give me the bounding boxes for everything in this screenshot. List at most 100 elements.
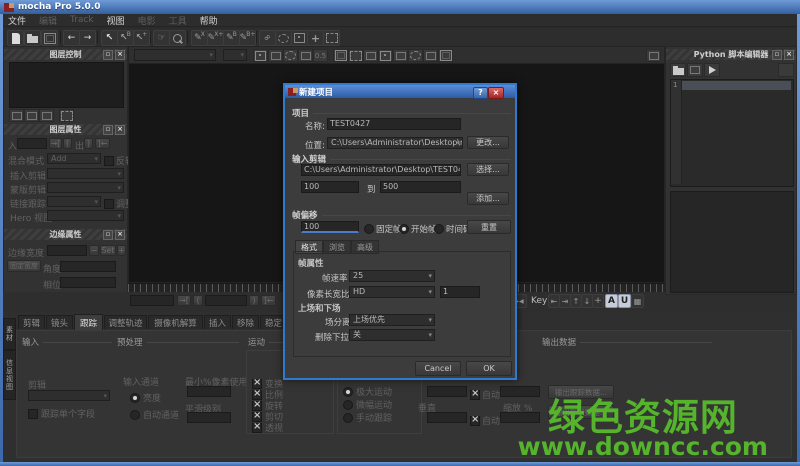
select-clip-button[interactable]: 选择... [467, 163, 509, 176]
new-layer-button[interactable] [9, 109, 24, 122]
large-motion-radio[interactable] [343, 387, 353, 397]
show-splines-button[interactable] [348, 49, 363, 62]
timeline-in-paren-button[interactable]: ( [193, 295, 203, 306]
edge-properties-header[interactable]: 边缘属性 ▫× [4, 229, 127, 240]
track-single-field-checkbox[interactable] [28, 409, 38, 419]
spline-b-tool-button[interactable]: B [223, 30, 240, 46]
min-pct-field[interactable] [187, 386, 231, 397]
set-in-button[interactable]: →[ [49, 138, 62, 149]
python-console[interactable] [670, 191, 794, 293]
side-tab-footage[interactable]: 素材 [3, 318, 16, 350]
layer-properties-header[interactable]: 图层属性 ▫× [4, 124, 127, 135]
pixel-aspect-value-field[interactable]: 1 [440, 286, 480, 298]
open-project-button[interactable] [24, 30, 41, 46]
manual-track-radio[interactable] [343, 413, 353, 423]
link-track-dropdown[interactable] [47, 196, 101, 207]
select-add-tool-button[interactable]: + [133, 30, 150, 46]
dialog-help-button[interactable]: ? [473, 87, 488, 99]
new-project-button[interactable] [7, 30, 24, 46]
overlay-button[interactable] [408, 49, 423, 62]
set-out-button[interactable]: ]← [95, 138, 110, 149]
float-panel-icon[interactable]: ▫ [103, 50, 113, 60]
tab-insert[interactable]: 插入 [204, 315, 231, 329]
auto-horizontal-checkbox[interactable] [470, 390, 480, 400]
insert-clip-dropdown[interactable] [47, 168, 124, 179]
swap-view-button[interactable] [283, 49, 298, 62]
in-frame-field[interactable] [130, 295, 174, 306]
frame-rate-dropdown[interactable]: 25 [349, 270, 435, 282]
spline-x-add-tool-button[interactable]: X+ [207, 30, 224, 46]
show-mattes-button[interactable] [393, 49, 408, 62]
invert-checkbox[interactable] [104, 156, 114, 166]
uberkey-toggle[interactable]: U [618, 294, 631, 308]
menu-view[interactable]: 视图 [107, 14, 125, 27]
color-sample-button[interactable] [438, 49, 453, 62]
menu-track[interactable]: Track [70, 15, 94, 25]
blend-mode-dropdown[interactable]: Add [47, 153, 101, 164]
close-panel-icon[interactable]: × [115, 125, 125, 135]
show-grid-button[interactable] [378, 49, 393, 62]
float-panel-icon[interactable]: ▫ [772, 50, 782, 60]
select-all-layers-button[interactable] [59, 109, 74, 122]
menu-file[interactable]: 文件 [8, 14, 26, 27]
marquee-tool-button[interactable] [323, 30, 340, 46]
view-scale-dropdown[interactable] [223, 49, 247, 61]
side-tab-info-view[interactable]: 信息视图 [3, 350, 16, 400]
tab-lens[interactable]: 镜头 [46, 315, 73, 329]
timeline-set-out-button[interactable]: ]← [261, 295, 276, 306]
link-tool-button[interactable] [259, 30, 276, 46]
show-points-button[interactable] [363, 49, 378, 62]
timeline-grid-button[interactable] [631, 294, 644, 308]
duplicate-layer-button[interactable] [24, 109, 39, 122]
autokey-toggle[interactable]: A [605, 294, 618, 308]
auto-vertical-checkbox[interactable] [470, 416, 480, 426]
title-bar[interactable]: mocha Pro 5.0.0 [0, 0, 800, 14]
edge-width-plus-button[interactable]: + [117, 245, 126, 256]
fixed-width-button[interactable]: 固定宽度 [7, 260, 41, 272]
transform-tool-button[interactable] [291, 30, 308, 46]
move-tool-button[interactable] [307, 30, 324, 46]
undo-back-button[interactable] [63, 30, 80, 46]
project-name-field[interactable]: TEST0427 [327, 118, 461, 130]
field-separation-dropdown[interactable]: 上场优先 [349, 314, 435, 326]
tab-camera-solve[interactable]: 摄像机解算 [148, 315, 203, 329]
small-motion-radio[interactable] [343, 400, 353, 410]
edge-width-set-button[interactable]: Set [100, 245, 116, 256]
python-options-button[interactable] [778, 63, 794, 77]
angle-field[interactable] [60, 261, 116, 272]
python-code-editor[interactable]: 1 [670, 79, 794, 187]
spline-b-add-tool-button[interactable]: B+ [239, 30, 256, 46]
menu-edit[interactable]: 编辑 [39, 14, 57, 27]
phase-field[interactable] [60, 277, 116, 288]
monitor-preview-button[interactable] [333, 49, 348, 62]
matte-clip-dropdown[interactable] [47, 182, 124, 193]
edge-width-field[interactable] [47, 245, 87, 256]
tab-adjusttrack[interactable]: 调整轨迹 [104, 315, 147, 329]
select-b-tool-button[interactable]: B [117, 30, 134, 46]
mix-amount-button[interactable]: 0.5 [313, 49, 328, 62]
ok-button[interactable]: OK [466, 361, 512, 376]
tab-clip[interactable]: 剪辑 [18, 315, 45, 329]
hero-view-dropdown[interactable] [47, 210, 124, 221]
fixed-frame-radio[interactable] [364, 224, 374, 234]
pan-hand-tool-button[interactable] [153, 30, 170, 46]
zoom-tool-button[interactable] [169, 30, 186, 46]
menu-help[interactable]: 帮助 [200, 14, 218, 27]
project-location-dropdown[interactable]: C:\Users\Administrator\Desktop\results [327, 137, 463, 149]
timeline-out-paren-button[interactable]: ) [249, 295, 259, 306]
pixel-aspect-dropdown[interactable]: HD [349, 286, 435, 298]
split-view-button[interactable] [253, 49, 268, 62]
menu-movie[interactable]: 电影 [138, 14, 156, 27]
frame-offset-field[interactable]: 100 [301, 221, 359, 233]
start-frame-radio[interactable] [399, 224, 409, 234]
python-run-button[interactable] [704, 63, 720, 77]
delete-layer-button[interactable] [39, 109, 54, 122]
range-from-field[interactable]: 100 [301, 181, 359, 193]
edge-width-minus-button[interactable]: − [89, 245, 99, 256]
brightness-button[interactable] [423, 49, 438, 62]
out-frame-field[interactable] [205, 295, 247, 306]
cancel-button[interactable]: Cancel [415, 361, 461, 376]
auto-channel-radio[interactable] [130, 410, 140, 420]
pixels-field[interactable] [500, 386, 540, 397]
remove-pulldown-dropdown[interactable]: 关 [349, 329, 435, 341]
